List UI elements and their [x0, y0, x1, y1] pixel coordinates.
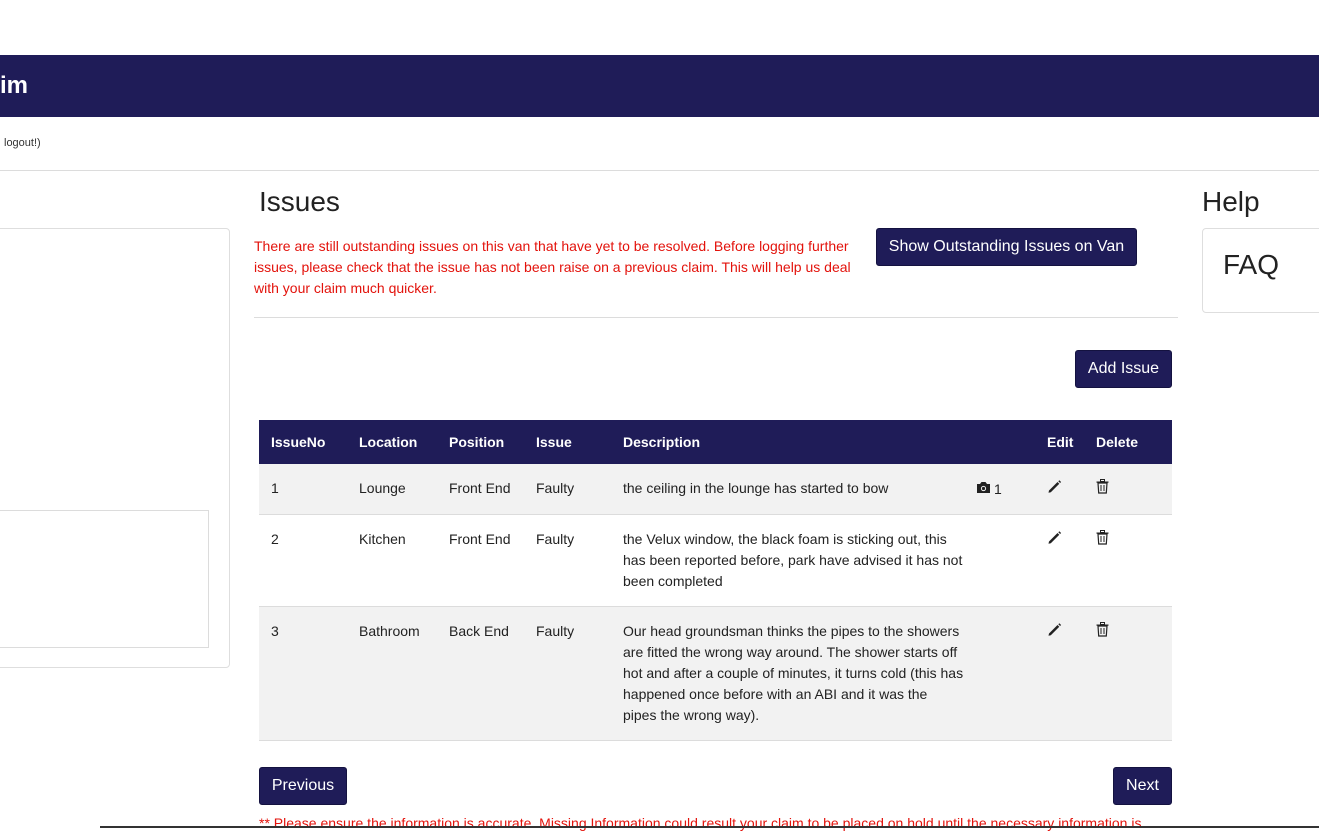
cell-delete: [1084, 606, 1172, 741]
cell-delete: [1084, 464, 1172, 515]
camera-icon[interactable]: [976, 479, 991, 500]
trash-icon[interactable]: [1096, 478, 1109, 500]
cell-delete: [1084, 514, 1172, 607]
column-header-edit: Edit: [1035, 420, 1084, 464]
faq-link[interactable]: FAQ: [1223, 249, 1279, 281]
outstanding-issues-warning: There are still outstanding issues on th…: [254, 238, 851, 296]
column-header-description: Description: [611, 420, 964, 464]
cell-location: Lounge: [347, 464, 437, 515]
issues-heading: Issues: [259, 186, 340, 217]
show-outstanding-issues-button[interactable]: Show Outstanding Issues on Van: [876, 228, 1137, 266]
trash-icon[interactable]: [1096, 529, 1109, 551]
cell-issue-no: 3: [259, 606, 347, 741]
issues-table: IssueNo Location Position Issue Descript…: [259, 420, 1172, 741]
cell-edit: [1035, 606, 1084, 741]
cell-issue: Faulty: [524, 514, 611, 607]
table-row: 2 Kitchen Front End Faulty the Velux win…: [259, 514, 1172, 607]
pencil-icon[interactable]: [1047, 622, 1062, 643]
user-bar: [0, 117, 1319, 171]
pencil-icon[interactable]: [1047, 479, 1062, 500]
column-header-position: Position: [437, 420, 524, 464]
add-issue-button[interactable]: Add Issue: [1075, 350, 1172, 388]
cell-photos: [964, 514, 1035, 607]
column-header-issue: Issue: [524, 420, 611, 464]
accuracy-footnote: ** Please ensure the information is accu…: [259, 815, 1142, 831]
cell-edit: [1035, 514, 1084, 607]
help-heading: Help: [1202, 186, 1260, 217]
cell-position: Front End: [437, 464, 524, 515]
table-row: 1 Lounge Front End Faulty the ceiling in…: [259, 464, 1172, 515]
cell-edit: [1035, 464, 1084, 515]
cell-photos: 1: [964, 464, 1035, 515]
cell-location: Kitchen: [347, 514, 437, 607]
photo-count: 1: [994, 480, 1002, 497]
cell-issue: Faulty: [524, 606, 611, 741]
left-inner-box: [0, 510, 209, 648]
cell-position: Back End: [437, 606, 524, 741]
next-button[interactable]: Next: [1113, 767, 1172, 805]
column-header-issue-no: IssueNo: [259, 420, 347, 464]
cell-location: Bathroom: [347, 606, 437, 741]
cell-issue-no: 2: [259, 514, 347, 607]
cell-issue-no: 1: [259, 464, 347, 515]
logout-link[interactable]: logout!): [4, 137, 41, 149]
cell-description: the Velux window, the black foam is stic…: [611, 514, 964, 607]
previous-button[interactable]: Previous: [259, 767, 347, 805]
trash-icon[interactable]: [1096, 621, 1109, 643]
column-header-delete: Delete: [1084, 420, 1172, 464]
pencil-icon[interactable]: [1047, 530, 1062, 551]
cell-description: Our head groundsman thinks the pipes to …: [611, 606, 964, 741]
cell-photos: [964, 606, 1035, 741]
header-bar: [0, 55, 1319, 117]
cell-position: Front End: [437, 514, 524, 607]
divider: [254, 317, 1178, 318]
cell-issue: Faulty: [524, 464, 611, 515]
column-header-location: Location: [347, 420, 437, 464]
page-title: im: [0, 72, 29, 99]
cell-description: the ceiling in the lounge has started to…: [611, 464, 964, 515]
table-header-row: IssueNo Location Position Issue Descript…: [259, 420, 1172, 464]
column-header-photos: [964, 420, 1035, 464]
table-row: 3 Bathroom Back End Faulty Our head grou…: [259, 606, 1172, 741]
